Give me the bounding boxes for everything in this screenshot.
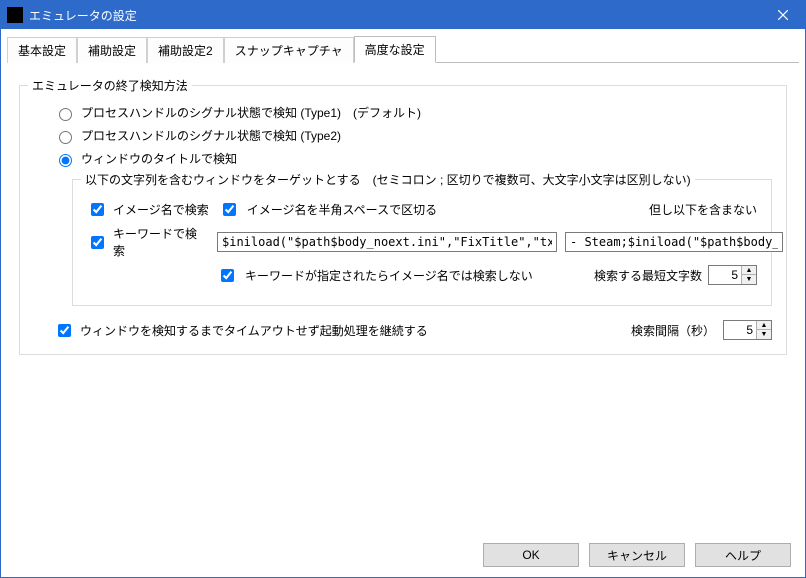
radio-type2-label[interactable]: プロセスハンドルのシグナル状態で検知 (Type2) <box>81 127 341 144</box>
tab-advanced[interactable]: 高度な設定 <box>354 36 436 63</box>
tab-strip: 基本設定 補助設定 補助設定2 スナップキャプチャ 高度な設定 <box>1 29 805 62</box>
radio-type1[interactable] <box>59 108 72 121</box>
detection-legend: エミュレータの終了検知方法 <box>28 77 192 94</box>
checkbox-keyword[interactable] <box>91 236 104 249</box>
tab-aux2[interactable]: 補助設定2 <box>147 37 224 63</box>
close-button[interactable] <box>761 1 805 29</box>
titlebar[interactable]: エミュレータの設定 <box>1 1 805 29</box>
interval-label: 検索間隔（秒） <box>631 322 715 339</box>
min-length-input[interactable] <box>709 266 741 284</box>
radio-window-title-label[interactable]: ウィンドウのタイトルで検知 <box>81 150 237 167</box>
checkbox-continue-until-detect[interactable] <box>58 324 71 337</box>
settings-window: エミュレータの設定 基本設定 補助設定 補助設定2 スナップキャプチャ 高度な設… <box>0 0 806 578</box>
tab-basic[interactable]: 基本設定 <box>7 37 77 63</box>
min-length-spinner[interactable]: ▲ ▼ <box>708 265 757 285</box>
exclude-label: 但し以下を含まない <box>649 201 757 218</box>
radio-type2[interactable] <box>59 131 72 144</box>
target-string-group: 以下の文字列を含むウィンドウをターゲットとする (セミコロン ; 区切りで複数可… <box>72 179 772 306</box>
checkbox-image-name-label[interactable]: イメージ名で検索 <box>113 201 209 218</box>
checkbox-image-space-label[interactable]: イメージ名を半角スペースで区切る <box>247 201 437 218</box>
checkbox-keyword-only-label[interactable]: キーワードが指定されたらイメージ名では検索しない <box>245 267 533 284</box>
checkbox-image-space[interactable] <box>223 203 236 216</box>
tab-aux1[interactable]: 補助設定 <box>77 37 147 63</box>
exclude-input[interactable] <box>565 232 783 252</box>
spinner-down-icon[interactable]: ▼ <box>757 330 771 339</box>
close-icon <box>778 10 788 20</box>
radio-type1-label[interactable]: プロセスハンドルのシグナル状態で検知 (Type1) (デフォルト) <box>81 104 421 121</box>
checkbox-keyword-only[interactable] <box>221 269 234 282</box>
app-icon <box>7 7 23 23</box>
checkbox-image-name[interactable] <box>91 203 104 216</box>
cancel-button[interactable]: キャンセル <box>589 543 685 567</box>
spinner-up-icon[interactable]: ▲ <box>757 321 771 330</box>
radio-window-title[interactable] <box>59 154 72 167</box>
window-title: エミュレータの設定 <box>29 7 761 24</box>
keyword-input[interactable] <box>217 232 557 252</box>
interval-input[interactable] <box>724 321 756 339</box>
spinner-up-icon[interactable]: ▲ <box>742 266 756 275</box>
ok-button[interactable]: OK <box>483 543 579 567</box>
tab-content: エミュレータの終了検知方法 プロセスハンドルのシグナル状態で検知 (Type1)… <box>1 63 805 533</box>
tab-snap[interactable]: スナップキャプチャ <box>224 37 354 63</box>
help-button[interactable]: ヘルプ <box>695 543 791 567</box>
min-length-label: 検索する最短文字数 <box>594 267 702 284</box>
detection-group: エミュレータの終了検知方法 プロセスハンドルのシグナル状態で検知 (Type1)… <box>19 85 787 355</box>
checkbox-keyword-label[interactable]: キーワードで検索 <box>113 225 207 259</box>
target-string-legend: 以下の文字列を含むウィンドウをターゲットとする (セミコロン ; 区切りで複数可… <box>81 171 695 188</box>
spinner-down-icon[interactable]: ▼ <box>742 275 756 284</box>
checkbox-continue-label[interactable]: ウィンドウを検知するまでタイムアウトせず起動処理を継続する <box>80 322 428 339</box>
interval-spinner[interactable]: ▲ ▼ <box>723 320 772 340</box>
button-bar: OK キャンセル ヘルプ <box>1 533 805 577</box>
